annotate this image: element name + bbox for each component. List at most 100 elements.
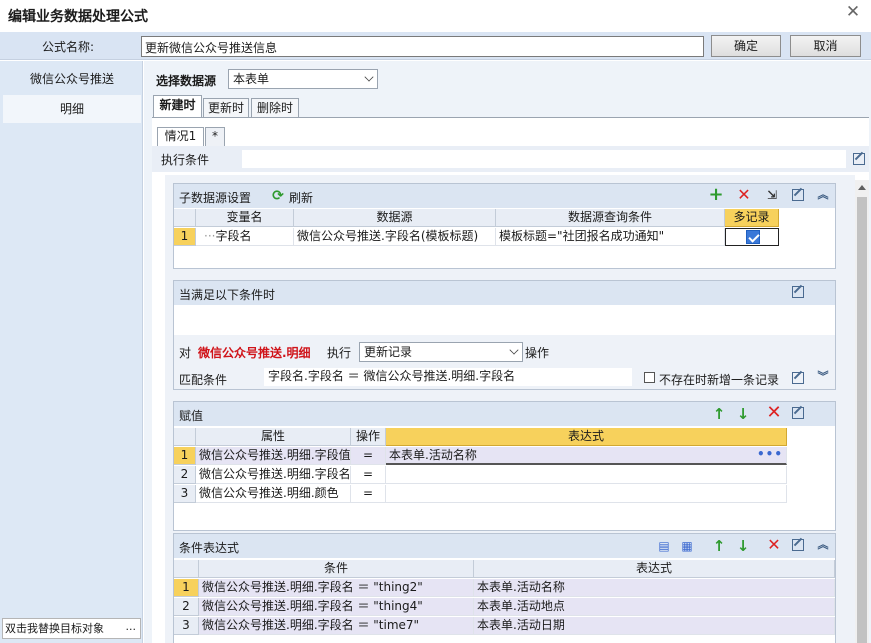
edit-icon[interactable]: [792, 372, 804, 384]
cell-source[interactable]: 微信公众号推送.字段名(模板标题): [294, 228, 496, 246]
delete-icon[interactable]: ✕: [736, 187, 752, 203]
cancel-button[interactable]: 取消: [790, 35, 861, 57]
edit-icon[interactable]: [792, 407, 804, 419]
replace-target-more-button[interactable]: ...: [126, 619, 137, 636]
action-select[interactable]: 更新记录: [359, 342, 523, 362]
match-condition-input[interactable]: 字段名.字段名 ＝ 微信公众号推送.明细.字段名: [264, 368, 632, 386]
column-header-query: 数据源查询条件: [496, 209, 725, 227]
import-icon[interactable]: ⇲: [764, 187, 780, 203]
sidebar-item-detail[interactable]: 明细: [3, 95, 141, 123]
insert-row-icon[interactable]: ▦: [679, 538, 695, 554]
edit-icon[interactable]: [792, 286, 804, 298]
row-number: 1: [174, 228, 196, 246]
column-header-op: 操作: [351, 428, 386, 446]
ok-button[interactable]: 确定: [711, 35, 781, 57]
formula-name-label: 公式名称:: [42, 40, 95, 54]
target-object: 微信公众号推送.明细: [198, 346, 311, 360]
when-condition-area[interactable]: [174, 306, 835, 335]
exec-condition-input[interactable]: [242, 150, 846, 168]
row-number: 3: [174, 617, 199, 635]
cell-attr[interactable]: 微信公众号推送.明细.字段值: [196, 447, 351, 465]
cell-query[interactable]: 模板标题="社团报名成功通知": [496, 228, 725, 246]
arrow-up-icon[interactable]: ↑: [711, 538, 727, 554]
tab-update[interactable]: 更新时: [203, 98, 249, 119]
cell-expr-text: 本表单.活动名称: [389, 448, 477, 462]
delete-icon[interactable]: ✕: [766, 404, 782, 422]
replace-target-hint[interactable]: 双击我替换目标对象 ...: [2, 618, 141, 639]
refresh-icon[interactable]: ⟳: [270, 188, 286, 204]
multi-record-checkbox[interactable]: [746, 230, 760, 244]
chevron-down-icon[interactable]: ︾: [815, 369, 831, 385]
cell-op[interactable]: =: [351, 447, 386, 465]
cell-expr[interactable]: [386, 485, 787, 503]
arrow-up-icon[interactable]: ↑: [711, 406, 727, 422]
scroll-up-icon[interactable]: [858, 185, 866, 190]
cell-expression[interactable]: 本表单.活动日期: [474, 617, 835, 635]
column-header-attr: 属性: [196, 428, 351, 446]
operation-label: 操作: [525, 346, 550, 360]
row-number: 1: [174, 579, 199, 597]
chevron-up-icon[interactable]: ︽: [815, 537, 831, 553]
when-panel-title: 当满足以下条件时: [179, 288, 276, 302]
cell-op[interactable]: =: [351, 466, 386, 484]
more-button[interactable]: •••: [757, 447, 783, 463]
grid-corner: [174, 560, 199, 578]
cell-expr[interactable]: [386, 466, 787, 484]
subtab-case1[interactable]: 情况1: [157, 127, 204, 146]
datasource-label: 选择数据源: [156, 74, 217, 88]
add-row-icon[interactable]: ▤: [656, 538, 672, 554]
datasource-select[interactable]: 本表单: [228, 69, 378, 89]
tab-create[interactable]: 新建时: [153, 95, 202, 119]
chevron-down-icon: [509, 345, 519, 355]
cell-attr[interactable]: 微信公众号推送.明细.字段名: [196, 466, 351, 484]
subtab-new[interactable]: *: [205, 127, 225, 146]
cell-expression[interactable]: 本表单.活动地点: [474, 598, 835, 616]
refresh-label[interactable]: 刷新: [289, 189, 313, 206]
assign-panel: 赋值 ↑ ↓ ✕ 属性 操作 表达式 1 微信公众号推送.明细.字段值 = 本表…: [173, 401, 836, 531]
cell-attr[interactable]: 微信公众号推送.明细.颜色: [196, 485, 351, 503]
cell-condition[interactable]: 微信公众号推送.明细.字段名 ＝ "thing2": [199, 579, 474, 597]
condexpr-panel-title: 条件表达式: [179, 541, 240, 555]
assign-panel-title: 赋值: [179, 409, 204, 423]
sidebar-item-wechat-push[interactable]: 微信公众号推送: [3, 65, 141, 93]
target-prefix: 对: [179, 346, 192, 360]
insert-if-missing-label[interactable]: 不存在时新增一条记录: [659, 371, 779, 388]
datasource-select-value: 本表单: [233, 72, 270, 86]
edit-icon[interactable]: [792, 539, 804, 551]
row-number: 3: [174, 485, 196, 503]
match-condition-label: 匹配条件: [179, 373, 228, 387]
close-icon[interactable]: ✕: [842, 1, 864, 23]
insert-if-missing-checkbox[interactable]: [644, 372, 655, 383]
column-header-condition: 条件: [199, 560, 474, 578]
condexpr-panel: 条件表达式 ▤ ▦ ↑ ↓ ✕ ︽ 条件 表达式 1 微信公众号推送.明细.字段…: [173, 533, 836, 643]
subsource-panel-header: 子数据源设置 ⟳ 刷新 + ✕ ⇲ ︽: [174, 184, 835, 208]
cell-expression[interactable]: 本表单.活动名称: [474, 579, 835, 597]
edit-icon[interactable]: [853, 153, 865, 165]
cell-expr[interactable]: 本表单.活动名称 •••: [386, 447, 787, 465]
sidebar: 微信公众号推送 明细 双击我替换目标对象 ...: [0, 61, 143, 643]
window-title: 编辑业务数据处理公式: [8, 9, 148, 25]
edit-icon[interactable]: [792, 189, 804, 201]
cell-condition[interactable]: 微信公众号推送.明细.字段名 ＝ "time7": [199, 617, 474, 635]
scroll-thumb[interactable]: [857, 197, 867, 643]
arrow-down-icon[interactable]: ↓: [735, 538, 751, 554]
formula-name-input[interactable]: 更新微信公众号推送信息: [141, 36, 704, 57]
action-select-value: 更新记录: [364, 345, 413, 359]
vertical-scrollbar[interactable]: [855, 180, 869, 643]
chevron-up-icon[interactable]: ︽: [815, 187, 831, 203]
cell-condition[interactable]: 微信公众号推送.明细.字段名 ＝ "thing4": [199, 598, 474, 616]
condexpr-panel-header: 条件表达式 ▤ ▦ ↑ ↓ ✕ ︽: [174, 534, 835, 558]
row-number: 2: [174, 466, 196, 484]
cell-multi[interactable]: [725, 228, 779, 246]
column-header-var: 变量名: [196, 209, 294, 227]
cell-op[interactable]: =: [351, 485, 386, 503]
subsource-panel-title: 子数据源设置: [179, 191, 252, 205]
arrow-down-icon[interactable]: ↓: [735, 406, 751, 422]
tab-delete[interactable]: 删除时: [251, 98, 299, 119]
plus-icon[interactable]: +: [708, 186, 724, 204]
column-header-expression: 表达式: [474, 560, 835, 578]
delete-icon[interactable]: ✕: [766, 537, 782, 553]
cell-var[interactable]: ···字段名: [196, 228, 294, 246]
assign-panel-header: 赋值 ↑ ↓ ✕: [174, 402, 835, 426]
cell-var-text: 字段名: [215, 229, 252, 243]
